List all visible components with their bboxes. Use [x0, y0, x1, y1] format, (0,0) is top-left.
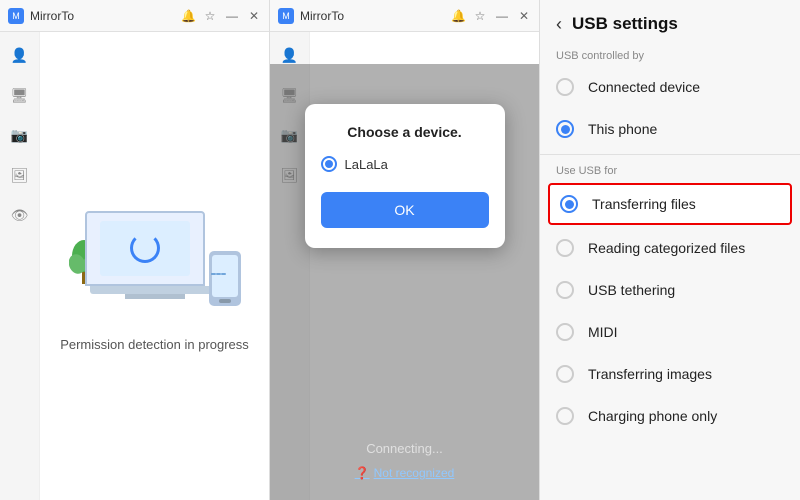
panel2-bottom-info: Connecting... ❓ Not recognized [355, 441, 455, 480]
panel2-body: 👤 🖥 📷 🖼 Choose a device. LaLaLa OK Conn [270, 32, 539, 500]
connecting-text: Connecting... [366, 441, 443, 456]
usb-controlled-by-label: USB controlled by [540, 44, 800, 66]
dialog-option-lalala[interactable]: LaLaLa [321, 156, 489, 172]
divider-1 [540, 154, 800, 155]
radio-row-connected-device[interactable]: Connected device [540, 66, 800, 108]
not-recognized-text[interactable]: Not recognized [374, 466, 455, 480]
radio-row-charging-phone-only[interactable]: Charging phone only [540, 395, 800, 437]
main-content-panel1: Permission detection in progress [40, 32, 269, 500]
radio-circle-charging-phone-only [556, 407, 574, 425]
radio-row-transferring-images[interactable]: Transferring images [540, 353, 800, 395]
radio-circle-midi [556, 323, 574, 341]
radio-dot-transferring-files [565, 200, 574, 209]
laptop-screen [85, 211, 205, 286]
panel3-title: USB settings [572, 14, 678, 34]
sidebar-icon-screen[interactable]: 🖥 [9, 84, 31, 106]
radio-circle-transferring-files [560, 195, 578, 213]
radio-row-midi[interactable]: MIDI [540, 311, 800, 353]
overlay-panel2: Choose a device. LaLaLa OK Connecting...… [270, 64, 539, 500]
reading-categorized-label: Reading categorized files [588, 240, 745, 256]
question-icon: ❓ [355, 466, 370, 480]
radio-row-transferring-files[interactable]: Transferring files [550, 185, 790, 223]
sidebar-icon-person[interactable]: 👤 [9, 44, 31, 66]
titlebar-panel1: M MirrorTo 🔔 ☆ — ✕ [0, 0, 269, 32]
radio-circle-reading-categorized [556, 239, 574, 257]
sidebar-left-panel1: 👤 🖥 📷 🖼 👁 [0, 32, 40, 500]
panel3-usb-settings: ‹ USB settings USB controlled by Connect… [540, 0, 800, 500]
star-icon[interactable]: ☆ [203, 9, 217, 23]
titlebar-controls-panel2: 🔔 ☆ — ✕ [451, 9, 531, 23]
star-icon-2[interactable]: ☆ [473, 9, 487, 23]
radio-circle-usb-tethering [556, 281, 574, 299]
titlebar-title-panel1: MirrorTo [30, 9, 175, 23]
close-icon[interactable]: ✕ [247, 9, 261, 23]
transferring-files-label: Transferring files [592, 196, 696, 212]
titlebar-panel2: M MirrorTo 🔔 ☆ — ✕ [270, 0, 539, 32]
phone-icon [205, 251, 245, 311]
notification-icon[interactable]: 🔔 [181, 9, 195, 23]
ok-button[interactable]: OK [321, 192, 489, 228]
sidebar-icon-gallery[interactable]: 🖼 [9, 164, 31, 186]
minimize-icon-2[interactable]: — [495, 9, 509, 23]
radio-row-this-phone[interactable]: This phone [540, 108, 800, 150]
connected-device-label: Connected device [588, 79, 700, 95]
radio-row-reading-categorized[interactable]: Reading categorized files [540, 227, 800, 269]
device-option-label: LaLaLa [345, 157, 388, 172]
close-icon-2[interactable]: ✕ [517, 9, 531, 23]
minimize-icon[interactable]: — [225, 9, 239, 23]
sidebar-icon-eye[interactable]: 👁 [9, 204, 31, 226]
app-icon-panel1: M [8, 8, 24, 24]
radio-selected-icon [321, 156, 337, 172]
laptop-illustration [85, 211, 225, 301]
app-icon-panel2: M [278, 8, 294, 24]
choose-device-dialog: Choose a device. LaLaLa OK [305, 104, 505, 248]
laptop-stand [125, 294, 185, 299]
transferring-images-label: Transferring images [588, 366, 712, 382]
laptop-base [90, 286, 220, 294]
permission-status-text: Permission detection in progress [60, 337, 249, 352]
loading-spinner [130, 233, 160, 263]
panel1-body: 👤 🖥 📷 🖼 👁 [0, 32, 269, 500]
notification-icon-2[interactable]: 🔔 [451, 9, 465, 23]
radio-row-usb-tethering[interactable]: USB tethering [540, 269, 800, 311]
radio-dot [325, 160, 333, 168]
panel2-mirrorto: M MirrorTo 🔔 ☆ — ✕ 👤 🖥 📷 🖼 Choose a devi… [270, 0, 540, 500]
back-button[interactable]: ‹ [556, 15, 562, 33]
sidebar-icon-camera[interactable]: 📷 [9, 124, 31, 146]
this-phone-label: This phone [588, 121, 657, 137]
panel1-mirrorto: M MirrorTo 🔔 ☆ — ✕ 👤 🖥 📷 🖼 👁 [0, 0, 270, 500]
radio-circle-connected-device [556, 78, 574, 96]
radio-circle-transferring-images [556, 365, 574, 383]
dialog-title: Choose a device. [347, 124, 461, 140]
use-usb-for-label: Use USB for [540, 159, 800, 181]
illustration [65, 181, 245, 321]
panel3-header: ‹ USB settings [540, 0, 800, 44]
not-recognized-link[interactable]: ❓ Not recognized [355, 466, 455, 480]
sidebar-icon-person-2[interactable]: 👤 [279, 44, 301, 66]
highlighted-transferring-files: Transferring files [548, 183, 792, 225]
radio-circle-this-phone [556, 120, 574, 138]
charging-phone-only-label: Charging phone only [588, 408, 717, 424]
titlebar-controls-panel1: 🔔 ☆ — ✕ [181, 9, 261, 23]
radio-dot-this-phone [561, 125, 570, 134]
titlebar-title-panel2: MirrorTo [300, 9, 445, 23]
midi-label: MIDI [588, 324, 618, 340]
usb-tethering-label: USB tethering [588, 282, 675, 298]
laptop-screen-inner [100, 221, 190, 276]
